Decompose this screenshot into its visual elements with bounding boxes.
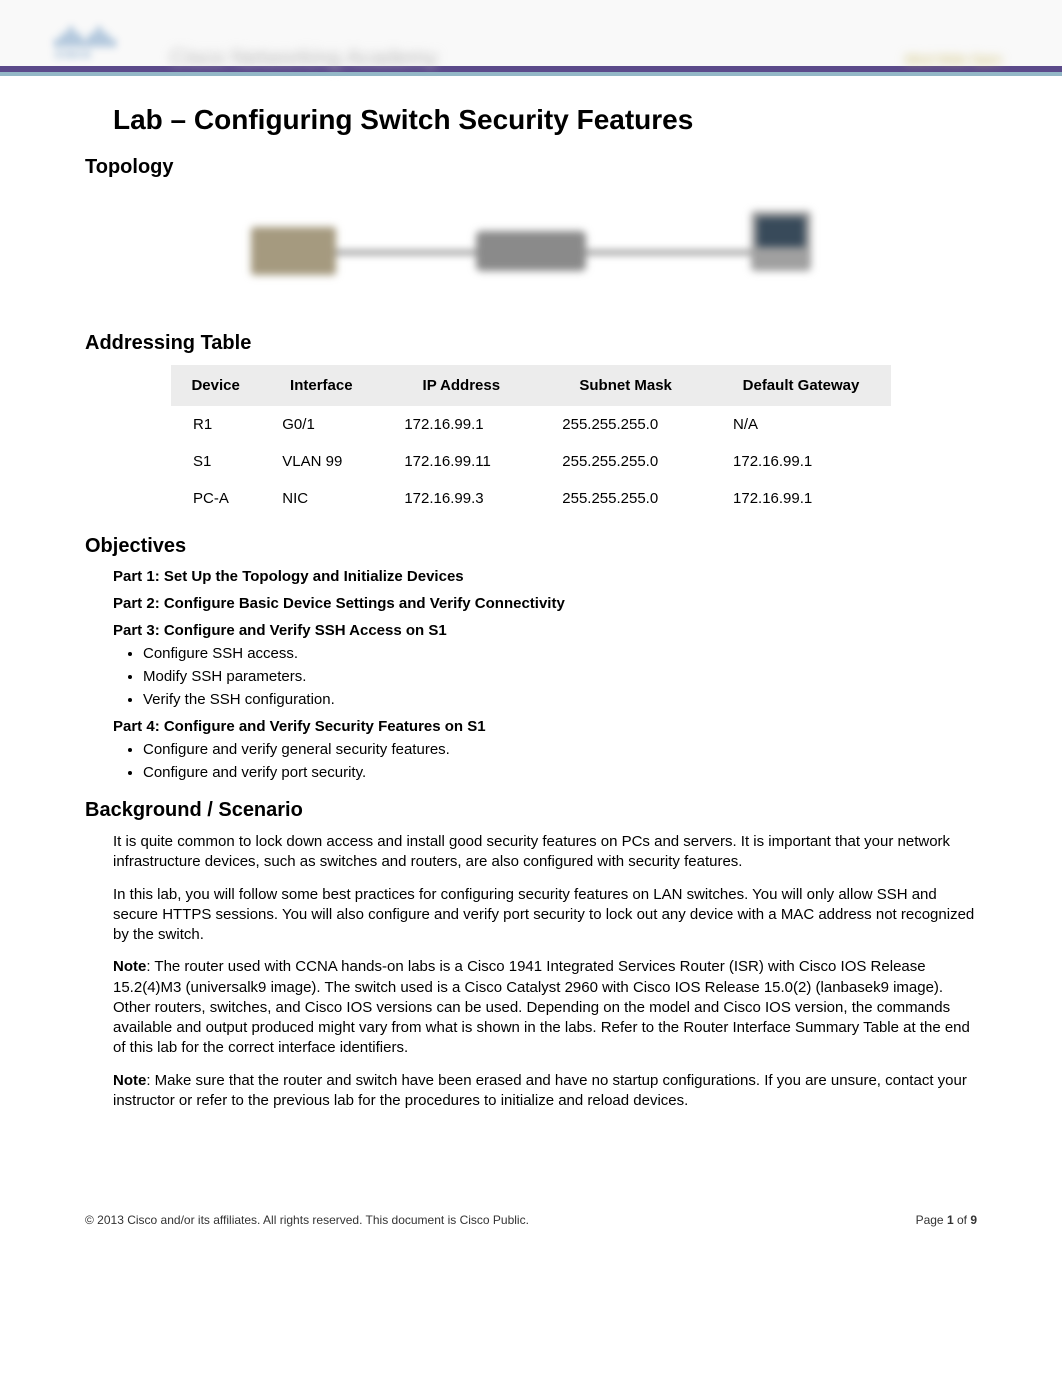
cell-ip: 172.16.99.1 (382, 406, 540, 443)
objective-part4-bullets: Configure and verify general security fe… (143, 741, 977, 781)
cell-mask: 255.255.255.0 (540, 480, 711, 517)
lab-title: Lab – Configuring Switch Security Featur… (113, 104, 977, 136)
col-device: Device (171, 365, 260, 406)
background-note: Note: The router used with CCNA hands-on… (113, 957, 977, 1058)
table-row: PC-A NIC 172.16.99.3 255.255.255.0 172.1… (171, 480, 891, 517)
page-total: 9 (970, 1213, 977, 1227)
background-paragraph: In this lab, you will follow some best p… (113, 885, 977, 946)
note-text: : The router used with CCNA hands-on lab… (113, 958, 970, 1056)
document-header: CISCO Cisco Networking Academy Mind Wide… (0, 0, 1062, 72)
list-item: Configure and verify general security fe… (143, 741, 977, 758)
note-label: Note (113, 1072, 146, 1089)
page-of: of (954, 1213, 971, 1227)
section-background-heading: Background / Scenario (85, 799, 977, 822)
cell-interface: VLAN 99 (260, 443, 382, 480)
col-ip: IP Address (382, 365, 540, 406)
list-item: Modify SSH parameters. (143, 668, 977, 685)
table-header-row: Device Interface IP Address Subnet Mask … (171, 365, 891, 406)
note-text: : Make sure that the router and switch h… (113, 1072, 967, 1109)
topology-diagram (85, 191, 977, 306)
document-body: Lab – Configuring Switch Security Featur… (0, 72, 1062, 1163)
footer-copyright: © 2013 Cisco and/or its affiliates. All … (85, 1213, 529, 1227)
note-label: Note (113, 958, 146, 975)
col-mask: Subnet Mask (540, 365, 711, 406)
cell-device: PC-A (171, 480, 260, 517)
section-topology-heading: Topology (85, 156, 977, 179)
objective-part4: Part 4: Configure and Verify Security Fe… (113, 718, 977, 735)
list-item: Configure SSH access. (143, 645, 977, 662)
section-objectives-heading: Objectives (85, 535, 977, 558)
header-program-name: Cisco Networking Academy (170, 45, 438, 71)
cell-ip: 172.16.99.3 (382, 480, 540, 517)
addressing-table: Device Interface IP Address Subnet Mask … (171, 365, 891, 517)
cell-gateway: 172.16.99.1 (711, 443, 891, 480)
cell-mask: 255.255.255.0 (540, 443, 711, 480)
header-slogan: Mind Wide Open (905, 52, 1002, 67)
objective-part1: Part 1: Set Up the Topology and Initiali… (113, 568, 977, 585)
objective-part3-bullets: Configure SSH access. Modify SSH paramet… (143, 645, 977, 708)
col-interface: Interface (260, 365, 382, 406)
section-addressing-heading: Addressing Table (85, 332, 977, 355)
cisco-logo: CISCO (55, 25, 145, 75)
cell-gateway: 172.16.99.1 (711, 480, 891, 517)
table-row: S1 VLAN 99 172.16.99.11 255.255.255.0 17… (171, 443, 891, 480)
cell-device: R1 (171, 406, 260, 443)
footer-page: Page 1 of 9 (916, 1213, 977, 1227)
objective-part2: Part 2: Configure Basic Device Settings … (113, 595, 977, 612)
list-item: Verify the SSH configuration. (143, 691, 977, 708)
cell-interface: NIC (260, 480, 382, 517)
topology-link (586, 251, 751, 254)
col-gateway: Default Gateway (711, 365, 891, 406)
topology-pc-icon (751, 211, 811, 271)
document-footer: © 2013 Cisco and/or its affiliates. All … (0, 1163, 1062, 1247)
topology-link (336, 251, 476, 254)
table-row: R1 G0/1 172.16.99.1 255.255.255.0 N/A (171, 406, 891, 443)
cell-mask: 255.255.255.0 (540, 406, 711, 443)
cell-interface: G0/1 (260, 406, 382, 443)
topology-router-icon (251, 227, 336, 275)
background-paragraph: It is quite common to lock down access a… (113, 832, 977, 873)
list-item: Configure and verify port security. (143, 764, 977, 781)
page-number: 1 (947, 1213, 954, 1227)
cell-gateway: N/A (711, 406, 891, 443)
cell-device: S1 (171, 443, 260, 480)
cell-ip: 172.16.99.11 (382, 443, 540, 480)
objective-part3: Part 3: Configure and Verify SSH Access … (113, 622, 977, 639)
background-note: Note: Make sure that the router and swit… (113, 1071, 977, 1112)
page-prefix: Page (916, 1213, 947, 1227)
topology-switch-icon (476, 231, 586, 271)
